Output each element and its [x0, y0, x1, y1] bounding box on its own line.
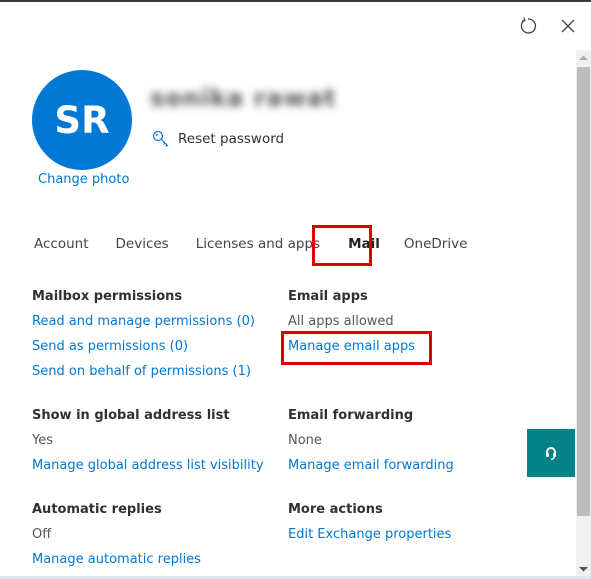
vertical-scrollbar[interactable] — [576, 50, 591, 576]
email-apps-section: Email apps All apps allowed Manage email… — [288, 288, 415, 363]
manage-email-forwarding-link[interactable]: Manage email forwarding — [288, 457, 454, 482]
mailbox-permissions-section: Mailbox permissions Read and manage perm… — [32, 288, 255, 388]
refresh-button[interactable] — [517, 15, 539, 37]
arrow-down-icon — [579, 566, 588, 571]
section-title: Mailbox permissions — [32, 289, 183, 304]
refresh-icon — [520, 17, 537, 34]
tab-onedrive[interactable]: OneDrive — [404, 236, 467, 252]
tab-mail[interactable]: Mail — [348, 236, 380, 252]
help-button[interactable] — [527, 429, 575, 477]
section-title: Show in global address list — [32, 408, 230, 423]
scrollbar-thumb[interactable] — [577, 67, 590, 516]
global-address-list-value: Yes — [32, 433, 53, 448]
more-actions-section: More actions Edit Exchange properties — [288, 501, 451, 551]
tab-licenses-and-apps[interactable]: Licenses and apps — [196, 236, 320, 252]
tab-account[interactable]: Account — [34, 236, 89, 252]
close-button[interactable] — [557, 15, 579, 37]
avatar: SR — [32, 70, 132, 170]
send-as-permissions-link[interactable]: Send as permissions (0) — [32, 338, 255, 363]
change-photo-link[interactable]: Change photo — [38, 172, 129, 187]
email-apps-value: All apps allowed — [288, 314, 394, 329]
automatic-replies-section: Automatic replies Off Manage automatic r… — [32, 501, 201, 576]
manage-gal-visibility-link[interactable]: Manage global address list visibility — [32, 457, 264, 482]
section-title: More actions — [288, 502, 383, 517]
section-title: Email apps — [288, 289, 368, 304]
user-display-name: sonika rawat — [150, 84, 337, 112]
scroll-up-button[interactable] — [576, 50, 591, 65]
reset-password-label: Reset password — [178, 131, 285, 147]
tab-devices[interactable]: Devices — [116, 236, 169, 252]
headset-icon — [546, 447, 556, 461]
manage-email-apps-link[interactable]: Manage email apps — [288, 338, 415, 363]
email-forwarding-value: None — [288, 433, 322, 448]
close-icon — [561, 19, 575, 33]
global-address-list-section: Show in global address list Yes Manage g… — [32, 407, 264, 482]
read-manage-permissions-link[interactable]: Read and manage permissions (0) — [32, 313, 255, 338]
send-on-behalf-permissions-link[interactable]: Send on behalf of permissions (1) — [32, 363, 255, 388]
section-title: Email forwarding — [288, 408, 414, 423]
key-icon — [152, 130, 169, 147]
email-forwarding-section: Email forwarding None Manage email forwa… — [288, 407, 454, 482]
automatic-replies-value: Off — [32, 527, 52, 542]
tab-bar: Account Devices Licenses and apps Mail O… — [34, 236, 494, 252]
arrow-up-icon — [579, 55, 588, 60]
section-title: Automatic replies — [32, 502, 162, 517]
scroll-down-button[interactable] — [576, 561, 591, 576]
avatar-initials: SR — [54, 98, 110, 142]
window-top-border — [0, 0, 591, 2]
manage-automatic-replies-link[interactable]: Manage automatic replies — [32, 551, 201, 576]
edit-exchange-properties-link[interactable]: Edit Exchange properties — [288, 526, 451, 551]
reset-password-button[interactable]: Reset password — [152, 130, 284, 148]
